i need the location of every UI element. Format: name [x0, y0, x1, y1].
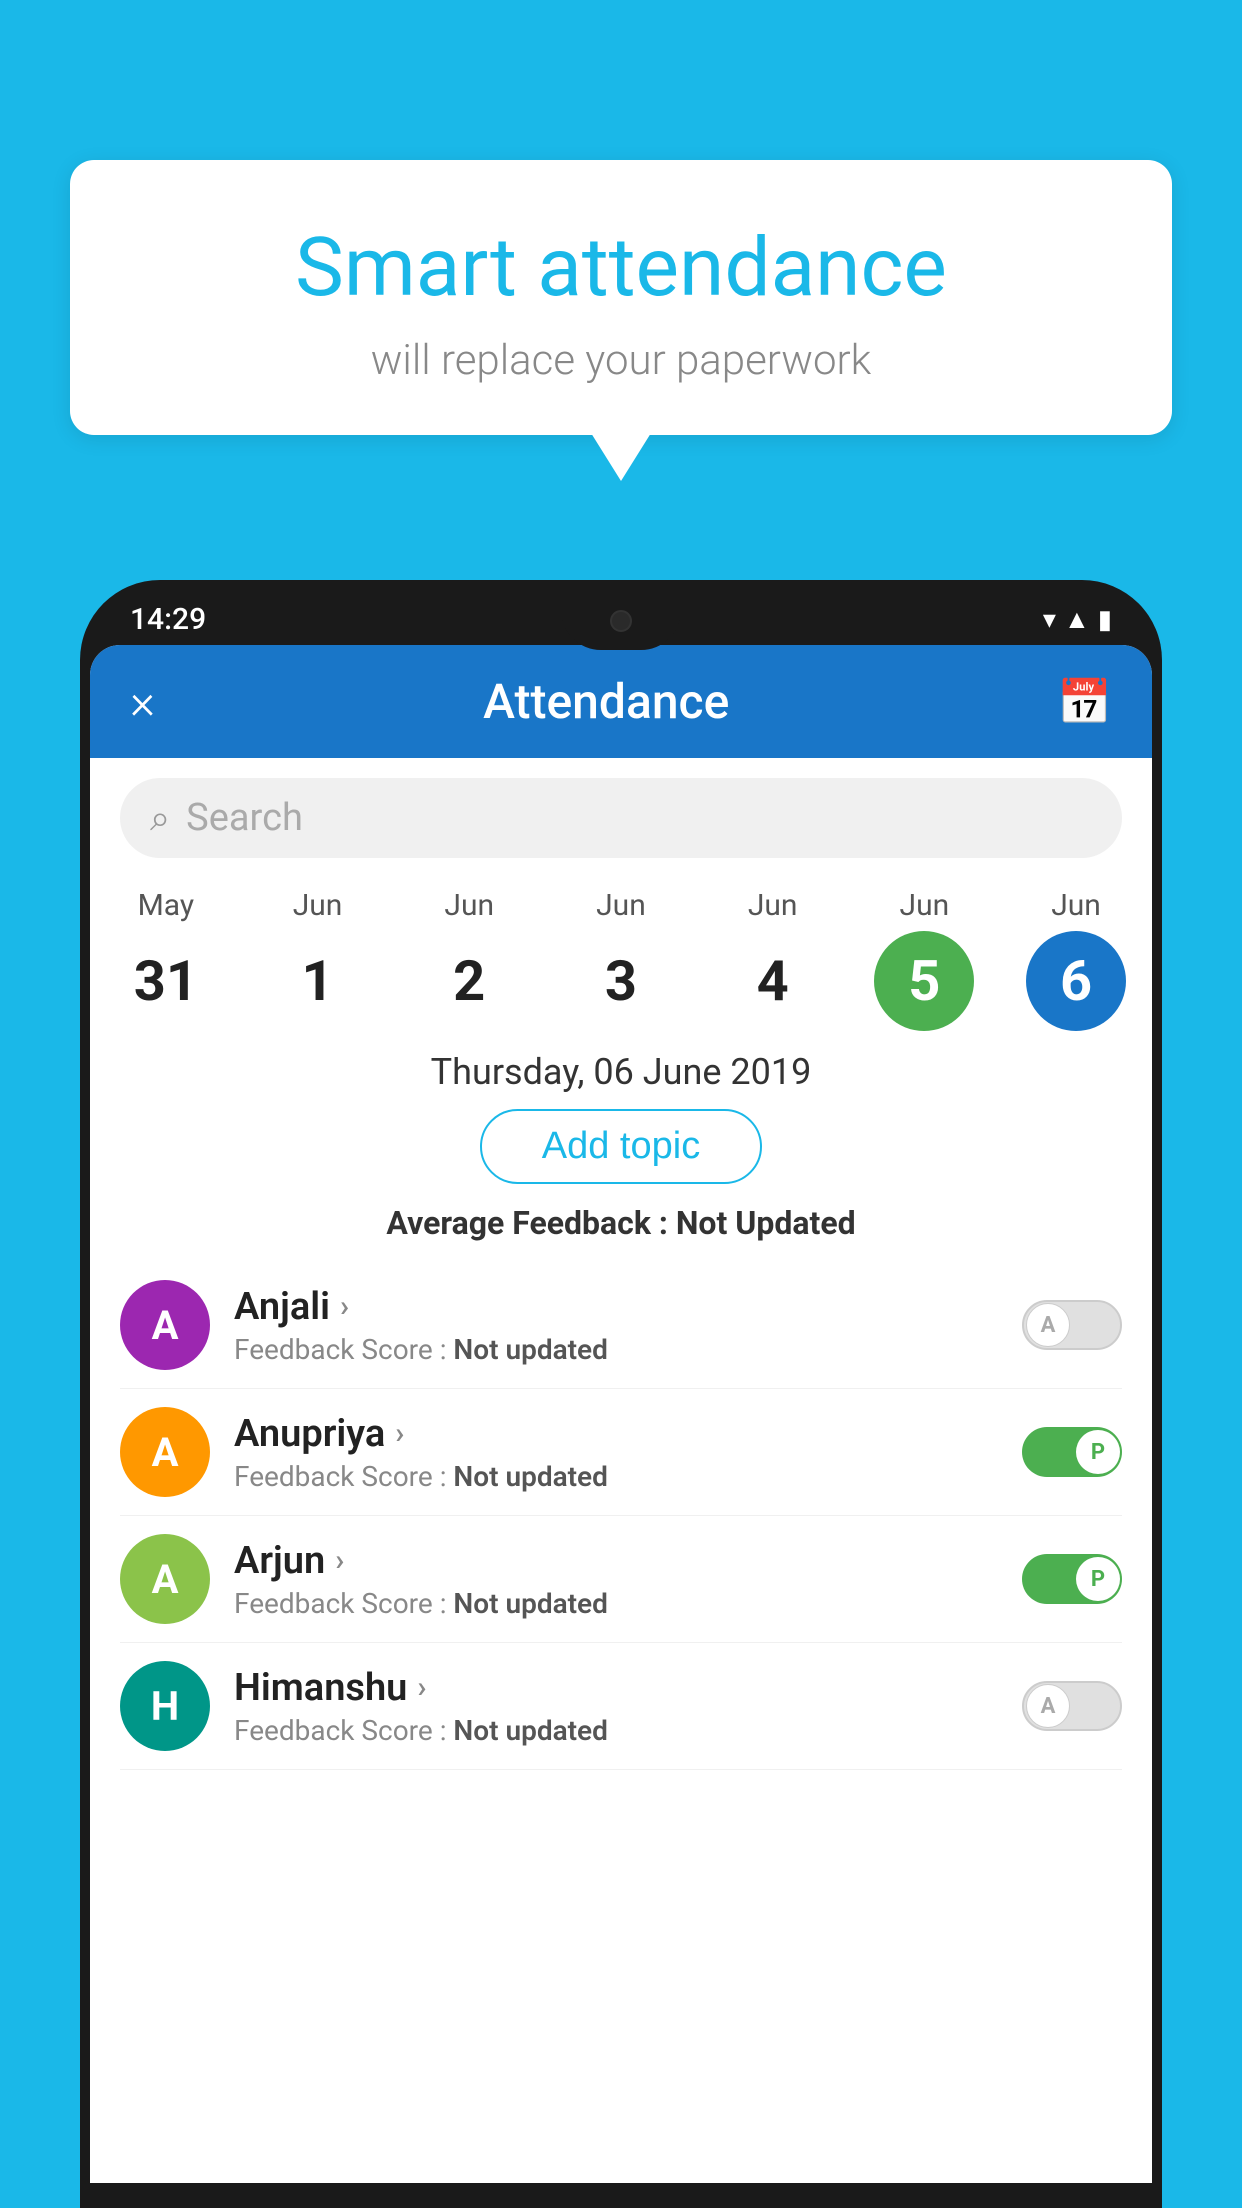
calendar-day-3[interactable]: Jun 3 [551, 888, 691, 1031]
calendar-day-31[interactable]: May 31 [96, 888, 236, 1031]
selected-date: Thursday, 06 June 2019 [90, 1031, 1152, 1109]
student-list: AAnjali ›Feedback Score : Not updatedAAA… [90, 1262, 1152, 1770]
student-item[interactable]: A Anupriya › Feedback Score : Not updated P [120, 1389, 1122, 1516]
calendar-day-4[interactable]: Jun 4 [703, 888, 843, 1031]
student-avatar: A [120, 1407, 210, 1497]
notch [561, 590, 681, 650]
attendance-toggle[interactable]: A [1022, 1300, 1122, 1350]
student-info: Anjali › Feedback Score : Not updated [234, 1285, 998, 1366]
toggle-container[interactable]: A [1022, 1681, 1122, 1731]
status-bar: 14:29 ▾ ▲ ▮ [90, 590, 1152, 637]
cal-month: Jun [444, 888, 494, 923]
search-bar-container: ⌕ Search [90, 758, 1152, 878]
bubble-title: Smart attendance [110, 220, 1132, 316]
bubble-subtitle: will replace your paperwork [110, 336, 1132, 385]
chevron-icon: › [417, 1670, 426, 1705]
student-avatar: A [120, 1534, 210, 1624]
student-name: Himanshu › [234, 1666, 998, 1710]
calendar-icon[interactable]: 📅 [1057, 676, 1112, 728]
cal-day: 3 [571, 931, 671, 1031]
attendance-toggle[interactable]: P [1022, 1427, 1122, 1477]
calendar-day-5[interactable]: Jun 5 [854, 888, 994, 1031]
chevron-icon: › [335, 1543, 344, 1578]
toggle-knob: P [1076, 1557, 1120, 1601]
calendar-day-1[interactable]: Jun 1 [248, 888, 388, 1031]
close-button[interactable]: × [130, 673, 155, 730]
cal-month: Jun [748, 888, 798, 923]
phone-frame: 14:29 ▾ ▲ ▮ × Attendance 📅 ⌕ Sear [80, 580, 1162, 2208]
feedback-value: Not updated [453, 1333, 607, 1366]
speech-bubble-container: Smart attendance will replace your paper… [70, 160, 1172, 435]
add-topic-button[interactable]: Add topic [480, 1109, 762, 1184]
attendance-toggle[interactable]: A [1022, 1681, 1122, 1731]
student-info: Anupriya › Feedback Score : Not updated [234, 1412, 998, 1493]
toggle-container[interactable]: P [1022, 1554, 1122, 1604]
feedback-value: Not updated [453, 1460, 607, 1493]
avg-feedback-value: Not Updated [676, 1204, 856, 1242]
speech-bubble: Smart attendance will replace your paper… [70, 160, 1172, 435]
student-feedback: Feedback Score : Not updated [234, 1714, 998, 1747]
student-item[interactable]: A Anjali › Feedback Score : Not updated A [120, 1262, 1122, 1389]
student-item[interactable]: H Himanshu › Feedback Score : Not updated A [120, 1643, 1122, 1770]
student-item[interactable]: A Arjun › Feedback Score : Not updated P [120, 1516, 1122, 1643]
status-icons: ▾ ▲ ▮ [1043, 604, 1112, 635]
toggle-knob: A [1026, 1684, 1070, 1728]
student-name: Anjali › [234, 1285, 998, 1329]
student-feedback: Feedback Score : Not updated [234, 1460, 998, 1493]
feedback-value: Not updated [453, 1714, 607, 1747]
calendar-day-2[interactable]: Jun 2 [399, 888, 539, 1031]
search-bar[interactable]: ⌕ Search [120, 778, 1122, 858]
battery-icon: ▮ [1098, 605, 1112, 635]
student-info: Himanshu › Feedback Score : Not updated [234, 1666, 998, 1747]
student-avatar: A [120, 1280, 210, 1370]
student-info: Arjun › Feedback Score : Not updated [234, 1539, 998, 1620]
toggle-container[interactable]: A [1022, 1300, 1122, 1350]
status-time: 14:29 [130, 602, 206, 637]
calendar-row: May 31 Jun 1 Jun 2 Jun 3 Jun 4 Jun 5 Jun 6 [90, 878, 1152, 1031]
notch-camera [610, 610, 632, 632]
signal-icon: ▲ [1064, 604, 1090, 635]
avg-feedback-label: Average Feedback : [386, 1204, 668, 1242]
student-avatar: H [120, 1661, 210, 1751]
avg-feedback: Average Feedback : Not Updated [90, 1204, 1152, 1262]
feedback-value: Not updated [453, 1587, 607, 1620]
search-icon: ⌕ [150, 797, 170, 840]
chevron-icon: › [395, 1416, 404, 1451]
header-title: Attendance [483, 673, 729, 730]
student-name: Arjun › [234, 1539, 998, 1583]
chevron-icon: › [340, 1289, 349, 1324]
cal-day: 31 [116, 931, 216, 1031]
cal-month: Jun [596, 888, 646, 923]
attendance-toggle[interactable]: P [1022, 1554, 1122, 1604]
student-name: Anupriya › [234, 1412, 998, 1456]
cal-month: Jun [1051, 888, 1101, 923]
toggle-knob: A [1026, 1303, 1070, 1347]
cal-day: 4 [723, 931, 823, 1031]
app-screen: × Attendance 📅 ⌕ Search May31Jun1Jun2Jun… [90, 645, 1152, 2183]
cal-day: 1 [268, 931, 368, 1031]
student-feedback: Feedback Score : Not updated [234, 1587, 998, 1620]
toggle-container[interactable]: P [1022, 1427, 1122, 1477]
cal-month: Jun [900, 888, 950, 923]
wifi-icon: ▾ [1043, 605, 1056, 635]
search-placeholder: Search [186, 796, 303, 840]
cal-month: May [138, 888, 194, 923]
cal-month: Jun [293, 888, 343, 923]
cal-day: 6 [1026, 931, 1126, 1031]
app-header: × Attendance 📅 [90, 645, 1152, 758]
cal-day: 5 [874, 931, 974, 1031]
calendar-day-6[interactable]: Jun 6 [1006, 888, 1146, 1031]
student-feedback: Feedback Score : Not updated [234, 1333, 998, 1366]
phone-wrapper: 14:29 ▾ ▲ ▮ × Attendance 📅 ⌕ Sear [80, 580, 1162, 2208]
cal-day: 2 [419, 931, 519, 1031]
toggle-knob: P [1076, 1430, 1120, 1474]
